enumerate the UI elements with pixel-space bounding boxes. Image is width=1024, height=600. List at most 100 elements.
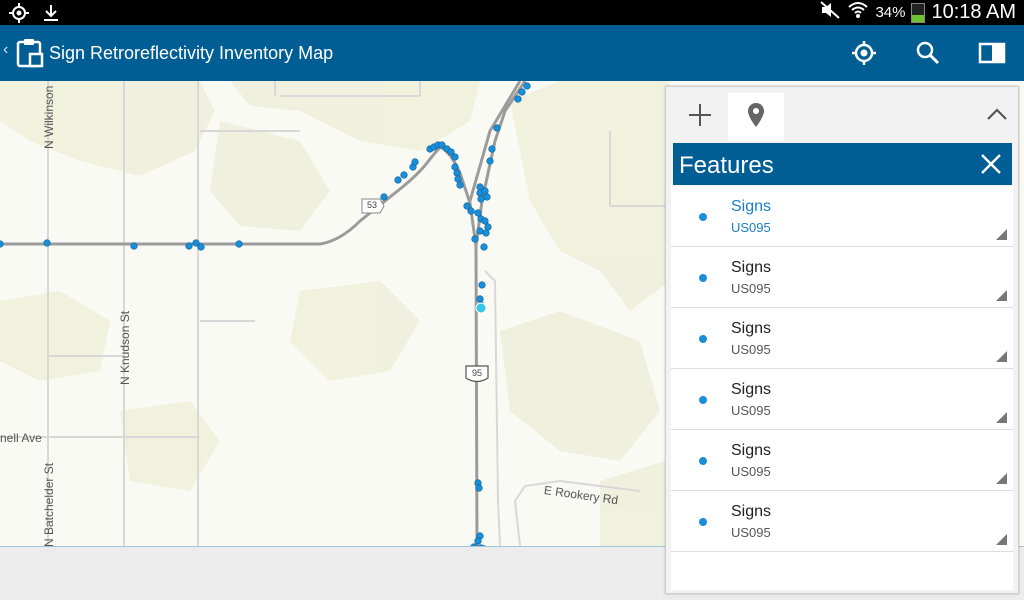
feature-list-item[interactable]: Signs US095 (671, 186, 1013, 247)
sign-point[interactable] (476, 295, 484, 303)
wifi-icon (847, 0, 869, 25)
sign-point[interactable] (467, 207, 475, 215)
app-title: Sign Retroreflectivity Inventory Map (49, 43, 334, 63)
sign-point[interactable] (476, 227, 484, 235)
feature-layer-name: Signs (731, 320, 772, 337)
sign-point[interactable] (474, 537, 482, 545)
sign-point[interactable] (518, 88, 526, 96)
feature-list-item[interactable]: Signs US095 (671, 247, 1013, 308)
sign-point[interactable] (197, 243, 205, 251)
sign-point[interactable] (514, 95, 522, 103)
sign-point[interactable] (480, 243, 488, 251)
sign-point[interactable] (488, 145, 496, 153)
sign-point[interactable] (235, 240, 243, 248)
sign-point[interactable] (471, 235, 479, 243)
sign-point[interactable] (453, 169, 461, 177)
search-icon[interactable] (913, 38, 943, 68)
expand-corner-icon (996, 290, 1007, 301)
sign-point[interactable] (185, 242, 193, 250)
feature-route-id: US095 (731, 281, 771, 296)
battery-percent: 34% (875, 4, 906, 21)
selected-sign-point[interactable] (475, 302, 487, 314)
street-label-wilkinson: N Wilkinson (42, 85, 56, 149)
sign-point[interactable] (477, 195, 485, 203)
feature-point-icon (699, 335, 707, 343)
sign-point[interactable] (478, 281, 486, 289)
route-shield-95: 95 (471, 368, 482, 378)
features-title: Features (679, 152, 774, 179)
expand-corner-icon (996, 351, 1007, 362)
feature-route-id: US095 (731, 342, 771, 357)
back-chevron-icon[interactable]: ‹ (3, 41, 8, 59)
sign-point[interactable] (474, 209, 482, 217)
feature-list-item[interactable]: Signs US095 (671, 491, 1013, 552)
expand-corner-icon (996, 412, 1007, 423)
sign-point[interactable] (486, 157, 494, 165)
identify-tab-button[interactable] (728, 93, 784, 141)
collapse-panel-button[interactable] (982, 101, 1012, 131)
sign-point[interactable] (411, 158, 419, 166)
expand-corner-icon (996, 534, 1007, 545)
feature-list: Signs US095 Signs US095 Signs US095 Signs US095… (671, 186, 1013, 590)
sign-point[interactable] (394, 176, 402, 184)
street-label-nell-ave: nell Ave (0, 431, 42, 445)
expand-corner-icon (996, 229, 1007, 240)
sign-point[interactable] (380, 193, 388, 201)
feature-route-id: US095 (731, 464, 771, 479)
app-screen: 34% 10:18 AM ‹ Sign Retroreflectivity In… (0, 0, 1024, 600)
feature-layer-name: Signs (731, 442, 772, 459)
expand-corner-icon (996, 473, 1007, 484)
feature-point-icon (699, 457, 707, 465)
sign-point[interactable] (400, 171, 408, 179)
sign-point[interactable] (523, 82, 531, 90)
chevron-up-icon (986, 107, 1008, 126)
feature-layer-name: Signs (731, 198, 772, 215)
status-bar: 34% 10:18 AM (0, 0, 1024, 25)
battery-level-fill (912, 15, 925, 22)
sign-point[interactable] (475, 484, 483, 492)
feature-layer-name: Signs (731, 381, 772, 398)
sign-point[interactable] (481, 217, 489, 225)
sign-point[interactable] (454, 175, 462, 183)
street-label-knudson: N Knudson St (118, 310, 132, 385)
sign-point[interactable] (483, 193, 491, 201)
sign-point[interactable] (451, 163, 459, 171)
feature-list-item[interactable]: Signs US095 (671, 308, 1013, 369)
feature-route-id: US095 (731, 403, 771, 418)
feature-point-icon (699, 274, 707, 282)
route-shield-53: 53 (366, 200, 377, 210)
battery-icon (911, 2, 926, 23)
mute-icon (819, 0, 841, 25)
feature-route-id: US095 (731, 525, 771, 540)
panel-toolbar (666, 87, 1018, 143)
locate-icon[interactable] (849, 38, 879, 68)
sign-point[interactable] (481, 187, 489, 195)
map-marker-icon (747, 102, 765, 133)
feature-layer-name: Signs (731, 503, 772, 520)
feature-list-item[interactable]: Signs US095 (671, 430, 1013, 491)
feature-route-id: US095 (731, 220, 771, 235)
sign-point[interactable] (456, 181, 464, 189)
sign-point[interactable] (482, 229, 490, 237)
panel-toggle-icon[interactable] (977, 38, 1007, 68)
sign-point[interactable] (43, 239, 51, 247)
street-label-batchelder: N Batchelder St (42, 462, 56, 546)
feature-list-item[interactable]: Signs US095 (671, 369, 1013, 430)
close-icon[interactable] (978, 151, 1004, 177)
sign-point[interactable] (493, 124, 501, 132)
plus-icon (687, 102, 713, 133)
sign-point[interactable] (451, 153, 459, 161)
features-panel: Features Signs US095 Signs US095 Signs US095 S… (665, 86, 1019, 594)
clock: 10:18 AM (931, 1, 1016, 23)
feature-point-icon (699, 396, 707, 404)
sign-point[interactable] (0, 240, 4, 248)
feature-point-icon (699, 518, 707, 526)
app-icon[interactable] (16, 38, 44, 73)
feature-layer-name: Signs (731, 259, 772, 276)
features-header: Features (673, 143, 1012, 185)
sign-point[interactable] (130, 242, 138, 250)
sign-point[interactable] (484, 223, 492, 231)
app-bar: ‹ Sign Retroreflectivity Inventory Map (0, 25, 1024, 81)
feature-point-icon (699, 213, 707, 221)
add-feature-button[interactable] (672, 93, 728, 141)
